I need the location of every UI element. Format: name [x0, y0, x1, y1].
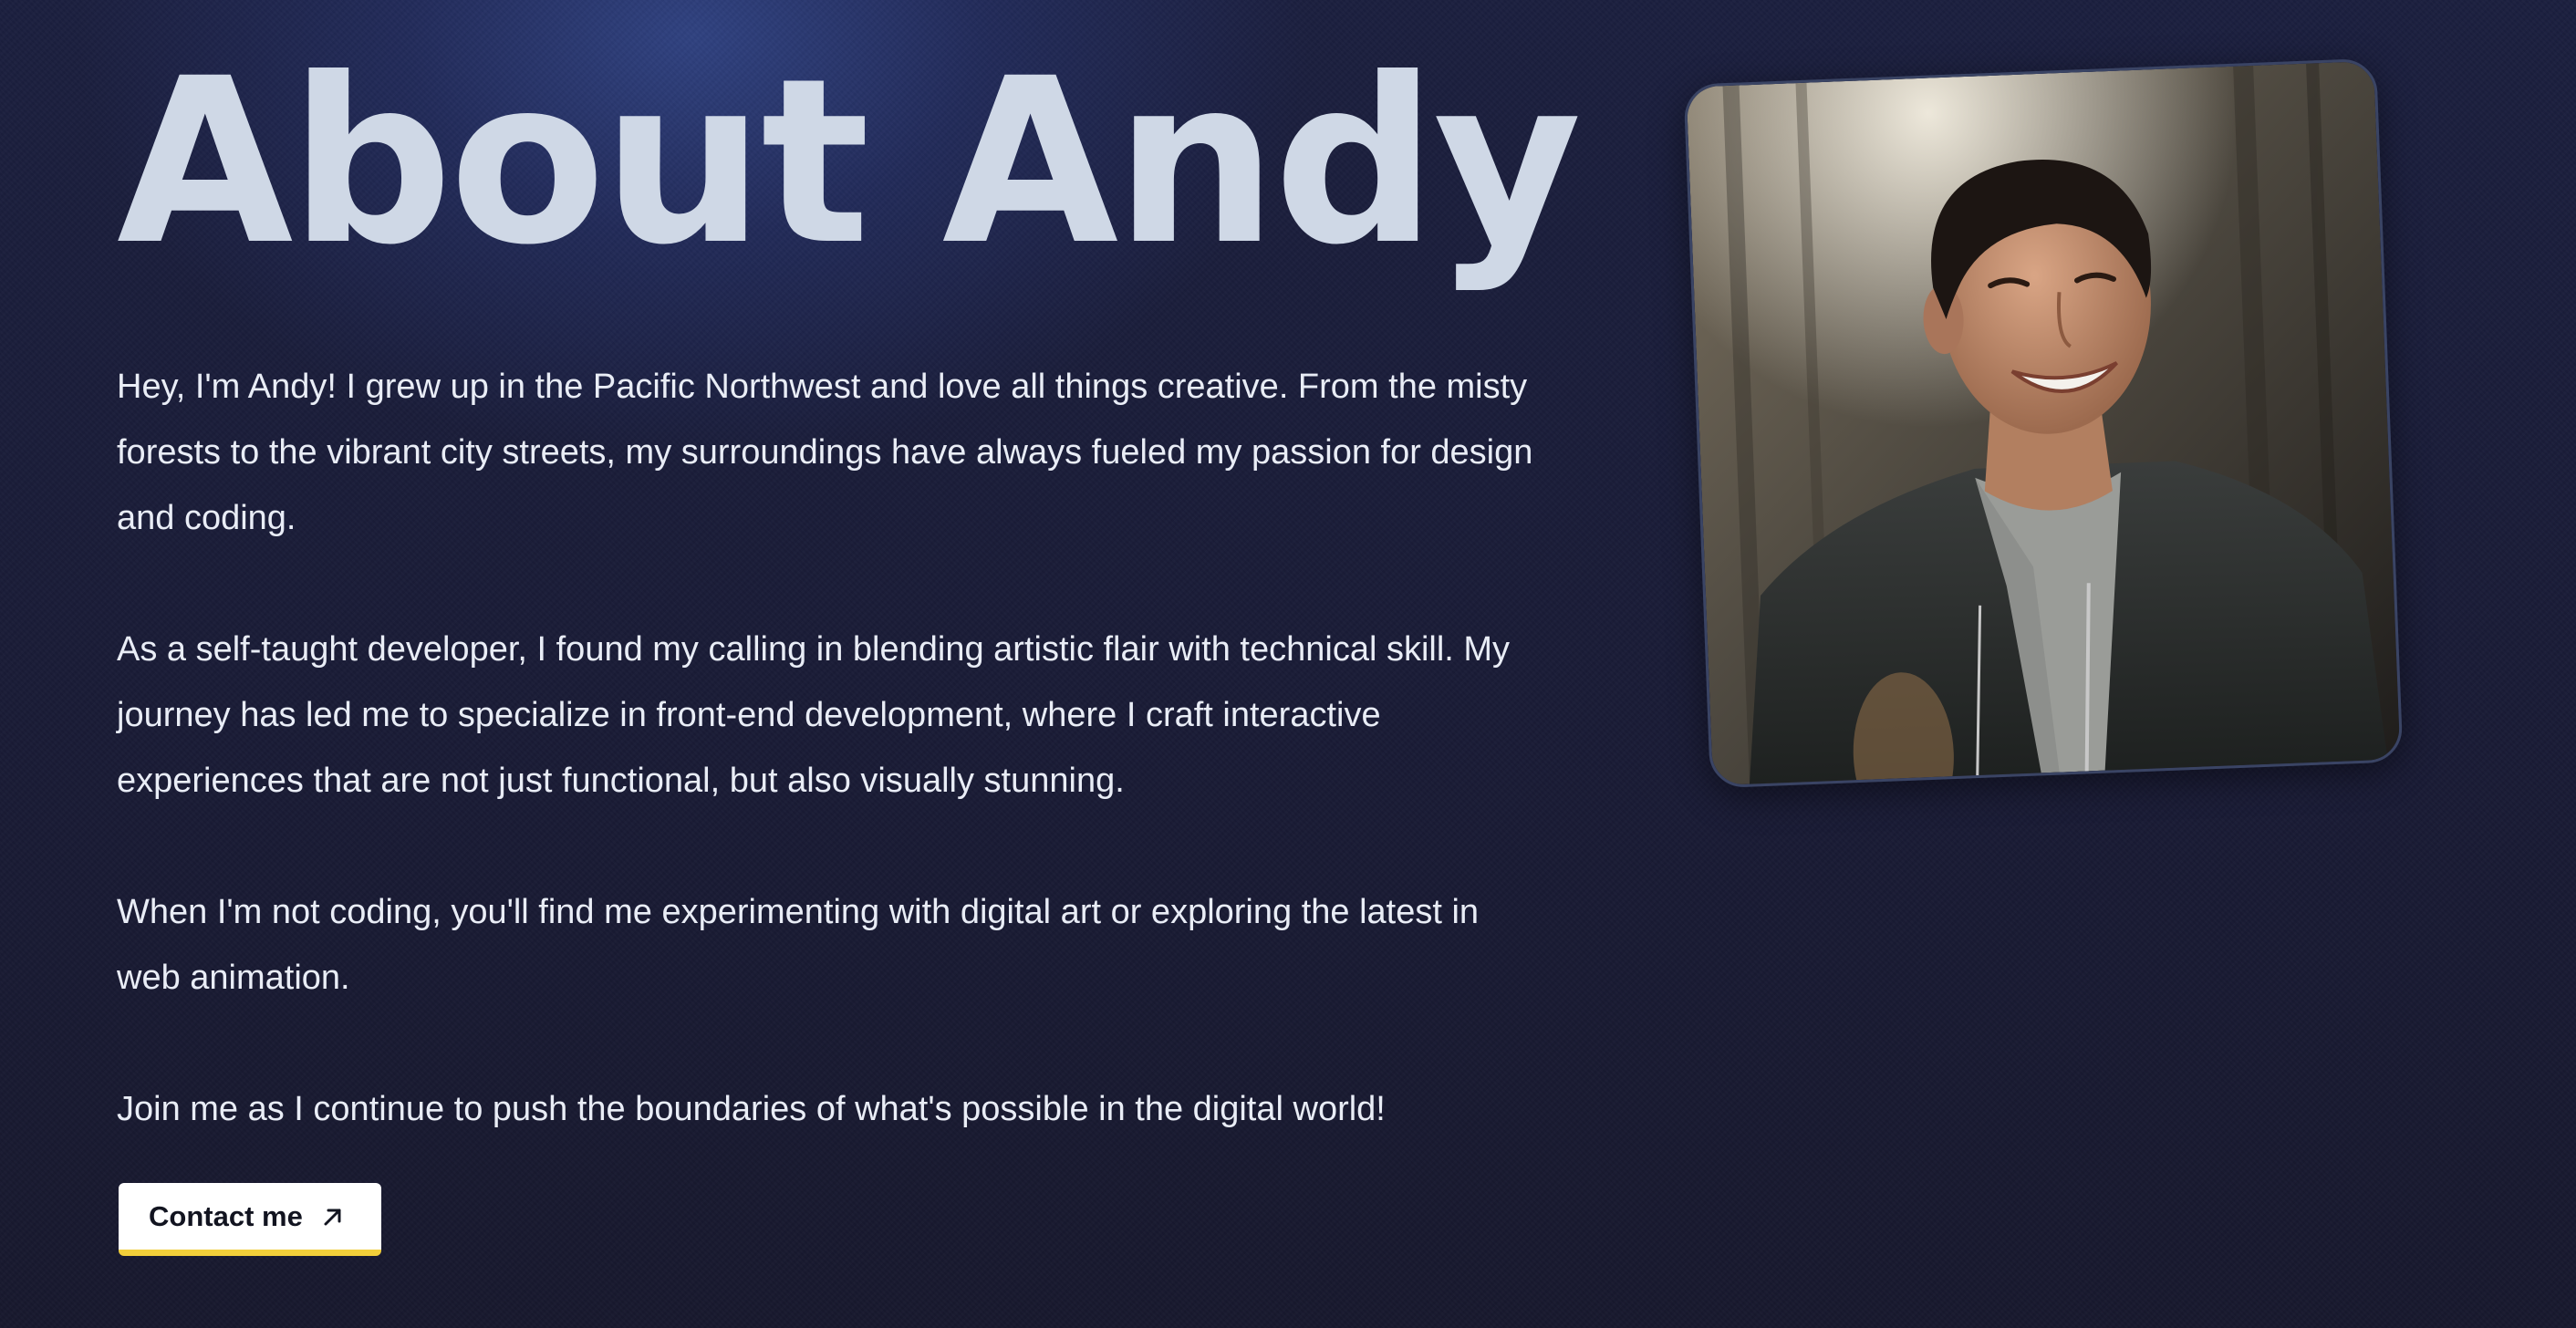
profile-photo: [1683, 57, 2404, 789]
bio-paragraph-3: When I'm not coding, you'll find me expe…: [117, 893, 1480, 997]
bio-paragraph-1: Hey, I'm Andy! I grew up in the Pacific …: [117, 368, 1533, 537]
bio-paragraph-2: As a self-taught developer, I found my c…: [117, 630, 1511, 800]
bio-section: Hey, I'm Andy! I grew up in the Pacific …: [117, 354, 1540, 1208]
contact-me-button[interactable]: Contact me: [119, 1183, 381, 1256]
contact-me-label: Contact me: [149, 1199, 303, 1232]
bio-paragraph-4: Join me as I continue to push the bounda…: [117, 1090, 1386, 1128]
page-title: About Andy: [117, 29, 1582, 295]
arrow-up-right-icon: [321, 1205, 345, 1229]
